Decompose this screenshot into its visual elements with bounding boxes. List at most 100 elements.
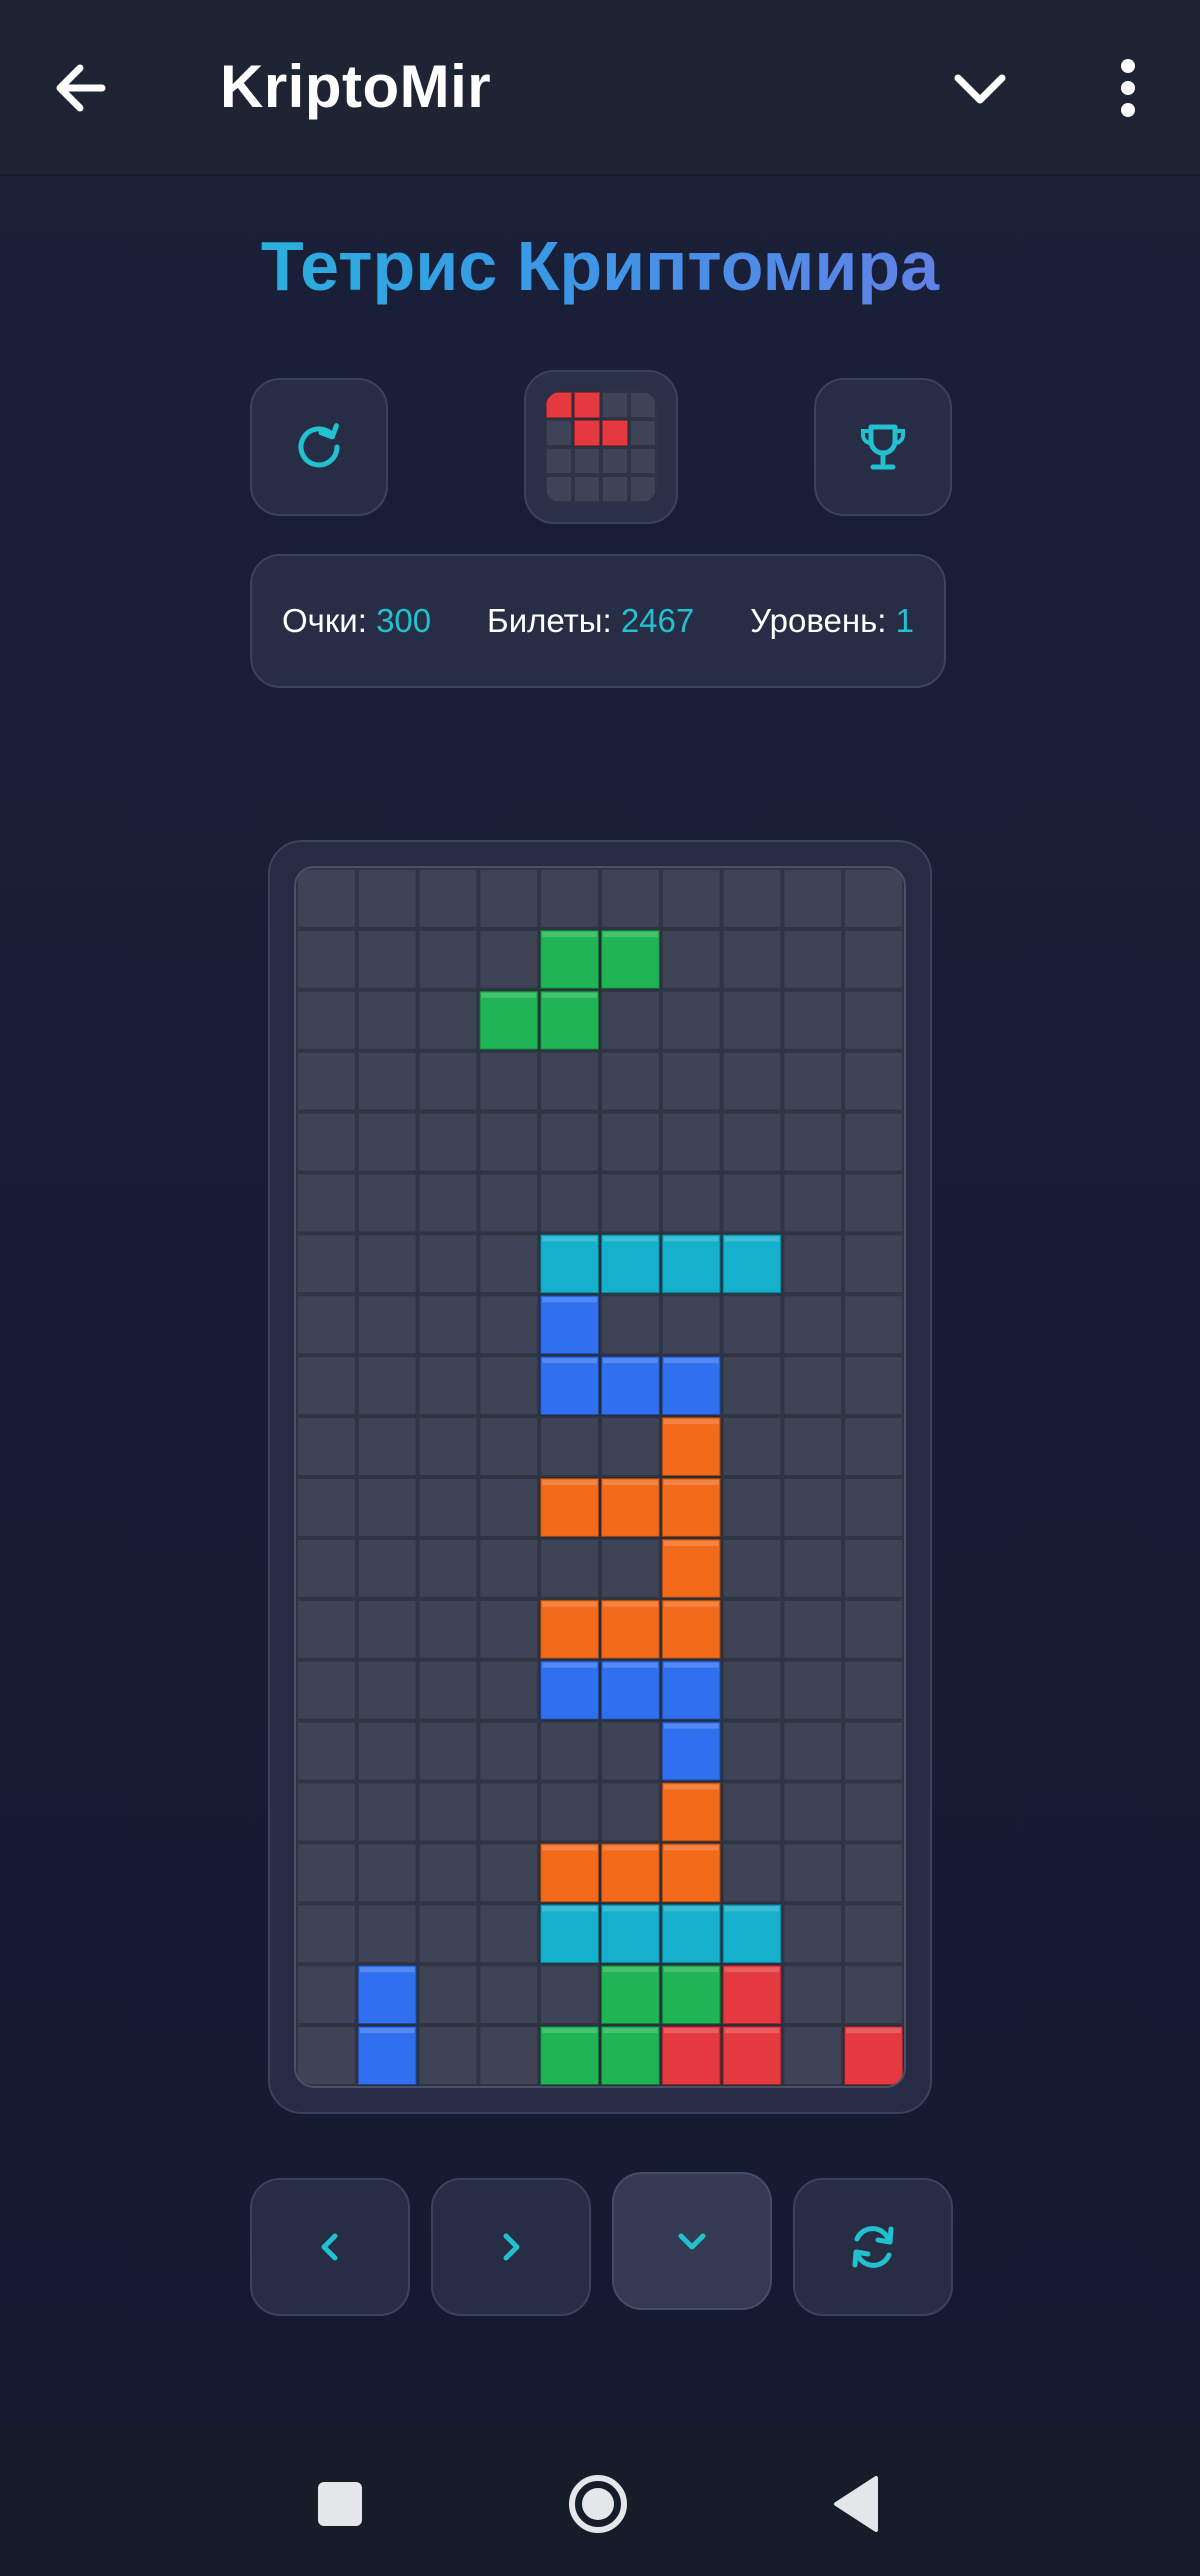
empty-cell	[478, 1598, 540, 1660]
empty-cell	[478, 928, 540, 990]
empty-cell	[296, 1720, 357, 1782]
chevron-down-icon	[678, 2233, 706, 2250]
empty-cell	[417, 1537, 479, 1599]
empty-cell	[296, 1294, 357, 1356]
empty-cell	[721, 868, 783, 929]
empty-cell	[356, 1598, 418, 1660]
empty-cell	[782, 2025, 844, 2086]
empty-cell	[721, 1111, 783, 1173]
block-cell-I	[539, 1233, 600, 1295]
restart-button[interactable]	[250, 378, 388, 516]
next-piece-cell	[573, 419, 601, 447]
empty-cell	[721, 928, 783, 990]
block-highlight	[724, 1236, 780, 1242]
more-options-button[interactable]	[1088, 48, 1168, 128]
empty-cell	[296, 1537, 357, 1599]
empty-cell	[296, 2025, 357, 2086]
arrow-left-icon	[56, 64, 106, 112]
block-cell-I	[660, 1233, 722, 1295]
empty-cell	[356, 1477, 418, 1538]
block-highlight	[359, 1967, 415, 1973]
empty-cell	[296, 1111, 357, 1173]
empty-cell	[721, 1720, 783, 1782]
leaderboard-button[interactable]	[814, 378, 952, 516]
empty-cell	[843, 1537, 904, 1599]
empty-cell	[843, 989, 904, 1051]
block-cell-S	[539, 928, 600, 990]
empty-cell	[478, 2025, 540, 2086]
move-right-button[interactable]	[431, 2178, 591, 2316]
move-left-button[interactable]	[250, 2178, 410, 2316]
block-highlight	[603, 1906, 658, 1912]
block-cell-L	[660, 1537, 722, 1599]
empty-cell	[782, 1659, 844, 1721]
system-nav-bar	[0, 2430, 1200, 2576]
block-highlight	[663, 1540, 719, 1546]
rotate-button[interactable]	[793, 2178, 953, 2316]
empty-cell	[539, 1111, 600, 1173]
empty-cell	[721, 1659, 783, 1721]
block-highlight	[663, 1845, 719, 1851]
empty-cell	[539, 1720, 600, 1782]
home-button[interactable]	[558, 2464, 638, 2544]
empty-cell	[843, 1720, 904, 1782]
block-highlight	[724, 2028, 780, 2034]
empty-cell	[417, 1903, 479, 1965]
empty-cell	[843, 1172, 904, 1234]
block-cell-L	[600, 1598, 661, 1660]
empty-cell	[782, 1172, 844, 1234]
block-highlight	[603, 2028, 658, 2034]
empty-cell	[782, 1294, 844, 1356]
empty-cell	[478, 1842, 540, 1904]
level-value: 1	[895, 602, 914, 639]
square-icon	[318, 2482, 362, 2526]
empty-cell	[782, 1598, 844, 1660]
empty-cell	[478, 1111, 540, 1173]
system-back-button[interactable]	[818, 2464, 898, 2544]
drop-down-button[interactable]	[612, 2172, 772, 2310]
block-highlight	[663, 1236, 719, 1242]
dropdown-button[interactable]	[940, 48, 1020, 128]
block-highlight	[603, 1480, 658, 1485]
block-highlight	[603, 1236, 658, 1242]
block-cell-J	[600, 1355, 661, 1417]
empty-cell	[782, 1842, 844, 1904]
circle-icon	[569, 2475, 627, 2533]
empty-cell	[356, 1781, 418, 1843]
block-cell-I	[539, 1903, 600, 1965]
empty-cell	[843, 1416, 904, 1477]
empty-cell	[296, 1903, 357, 1965]
empty-cell	[660, 989, 722, 1051]
recents-button[interactable]	[300, 2464, 380, 2544]
empty-cell	[417, 1720, 479, 1782]
tetris-board[interactable]	[294, 866, 906, 2088]
trophy-icon	[861, 424, 905, 470]
block-highlight	[603, 931, 658, 937]
empty-cell	[843, 1355, 904, 1417]
empty-cell	[539, 1964, 600, 2026]
empty-cell	[296, 1964, 357, 2026]
empty-cell	[539, 1172, 600, 1234]
block-cell-L	[660, 1842, 722, 1904]
empty-cell	[417, 1050, 479, 1112]
block-cell-J	[539, 1294, 600, 1356]
empty-cell	[478, 1477, 540, 1538]
empty-cell	[843, 1659, 904, 1721]
empty-cell	[417, 1842, 479, 1904]
empty-cell	[782, 989, 844, 1051]
empty-cell	[417, 1781, 479, 1843]
empty-cell	[417, 1477, 479, 1538]
block-highlight	[603, 1601, 658, 1607]
back-button[interactable]	[44, 48, 124, 128]
block-highlight	[846, 2028, 901, 2034]
empty-cell	[721, 1477, 783, 1538]
empty-cell	[296, 1598, 357, 1660]
empty-cell	[782, 928, 844, 990]
empty-cell	[478, 1659, 540, 1721]
empty-cell	[782, 1903, 844, 1965]
chevron-right-icon	[503, 2233, 520, 2261]
refresh-icon	[298, 423, 340, 468]
empty-cell	[600, 1416, 661, 1477]
empty-cell	[417, 1416, 479, 1477]
empty-cell	[296, 1172, 357, 1234]
